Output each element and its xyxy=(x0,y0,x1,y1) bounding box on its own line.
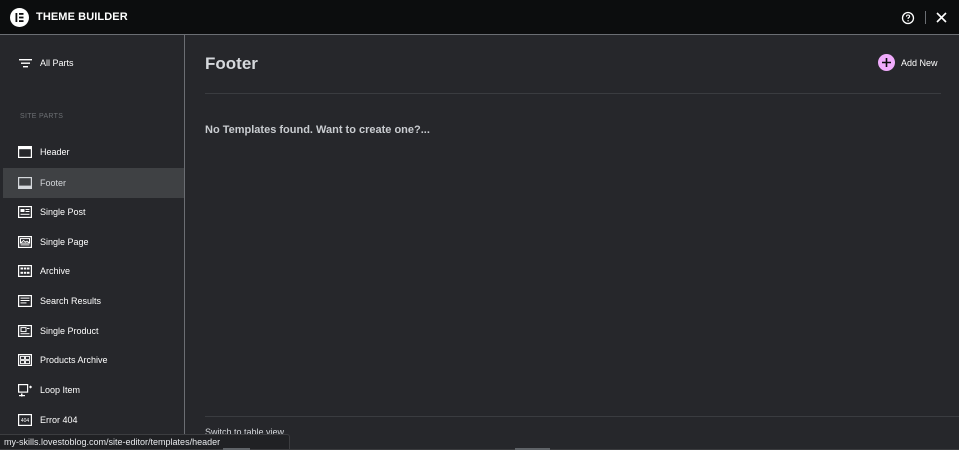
app-title: THEME BUILDER xyxy=(36,11,128,23)
sidebar-item-label: Single Page xyxy=(40,237,89,247)
help-circle-icon[interactable] xyxy=(901,11,915,25)
sidebar-item-label: Single Post xyxy=(40,207,86,217)
elementor-logo-icon xyxy=(10,8,29,27)
archive-icon xyxy=(18,265,32,277)
sidebar-item-label: Error 404 xyxy=(40,415,78,425)
header-divider xyxy=(925,11,926,24)
all-parts-link[interactable]: All Parts xyxy=(0,52,184,76)
page-title: Footer xyxy=(205,54,258,73)
footer-divider xyxy=(205,416,959,417)
sidebar-item-single-post[interactable]: Single Post xyxy=(3,197,184,227)
sidebar-item-label: Footer xyxy=(40,178,67,188)
error-404-icon: 404 xyxy=(18,414,32,426)
add-new-button[interactable]: Add New xyxy=(877,53,947,73)
sidebar-item-loop-item[interactable]: Loop Item xyxy=(3,375,184,405)
all-parts-label: All Parts xyxy=(40,58,74,68)
svg-text:404: 404 xyxy=(21,418,30,424)
sidebar-item-label: Search Results xyxy=(40,296,102,306)
header-layout-icon xyxy=(18,146,32,158)
site-parts-heading: SITE PARTS xyxy=(20,113,64,120)
plus-circle-icon xyxy=(878,54,895,71)
sidebar-item-label: Loop Item xyxy=(40,385,81,395)
sidebar-item-header[interactable]: Header xyxy=(3,137,184,167)
sidebar-item-label: Archive xyxy=(40,266,71,276)
title-divider xyxy=(205,93,941,94)
close-icon[interactable] xyxy=(935,11,948,24)
sidebar-item-label: Single Product xyxy=(40,326,99,336)
main-panel: Footer Add New No Templates found. Want … xyxy=(185,35,959,450)
single-product-icon xyxy=(18,325,32,337)
search-results-icon xyxy=(18,295,32,307)
empty-state-message: No Templates found. Want to create one?.… xyxy=(205,124,430,136)
single-post-icon xyxy=(18,206,32,218)
filter-lines-icon xyxy=(19,59,32,68)
top-bar: THEME BUILDER xyxy=(0,0,959,35)
single-page-icon xyxy=(18,236,32,248)
sidebar-item-products-archive[interactable]: Products Archive xyxy=(3,345,184,375)
sidebar-item-search-results[interactable]: Search Results xyxy=(3,286,184,316)
sidebar: All Parts SITE PARTS Header Footer Singl… xyxy=(0,35,185,450)
sidebar-item-single-product[interactable]: Single Product xyxy=(3,316,184,346)
sidebar-item-label: Products Archive xyxy=(40,355,108,365)
sidebar-item-single-page[interactable]: Single Page xyxy=(3,227,184,257)
sidebar-item-label: Header xyxy=(40,147,70,157)
loop-item-icon xyxy=(18,384,32,397)
products-archive-icon xyxy=(18,354,32,366)
sidebar-item-error-404[interactable]: 404 Error 404 xyxy=(3,405,184,435)
add-new-label: Add New xyxy=(901,58,938,68)
sidebar-item-footer[interactable]: Footer xyxy=(3,168,184,198)
sidebar-item-archive[interactable]: Archive xyxy=(3,256,184,286)
footer-layout-icon xyxy=(18,177,32,189)
